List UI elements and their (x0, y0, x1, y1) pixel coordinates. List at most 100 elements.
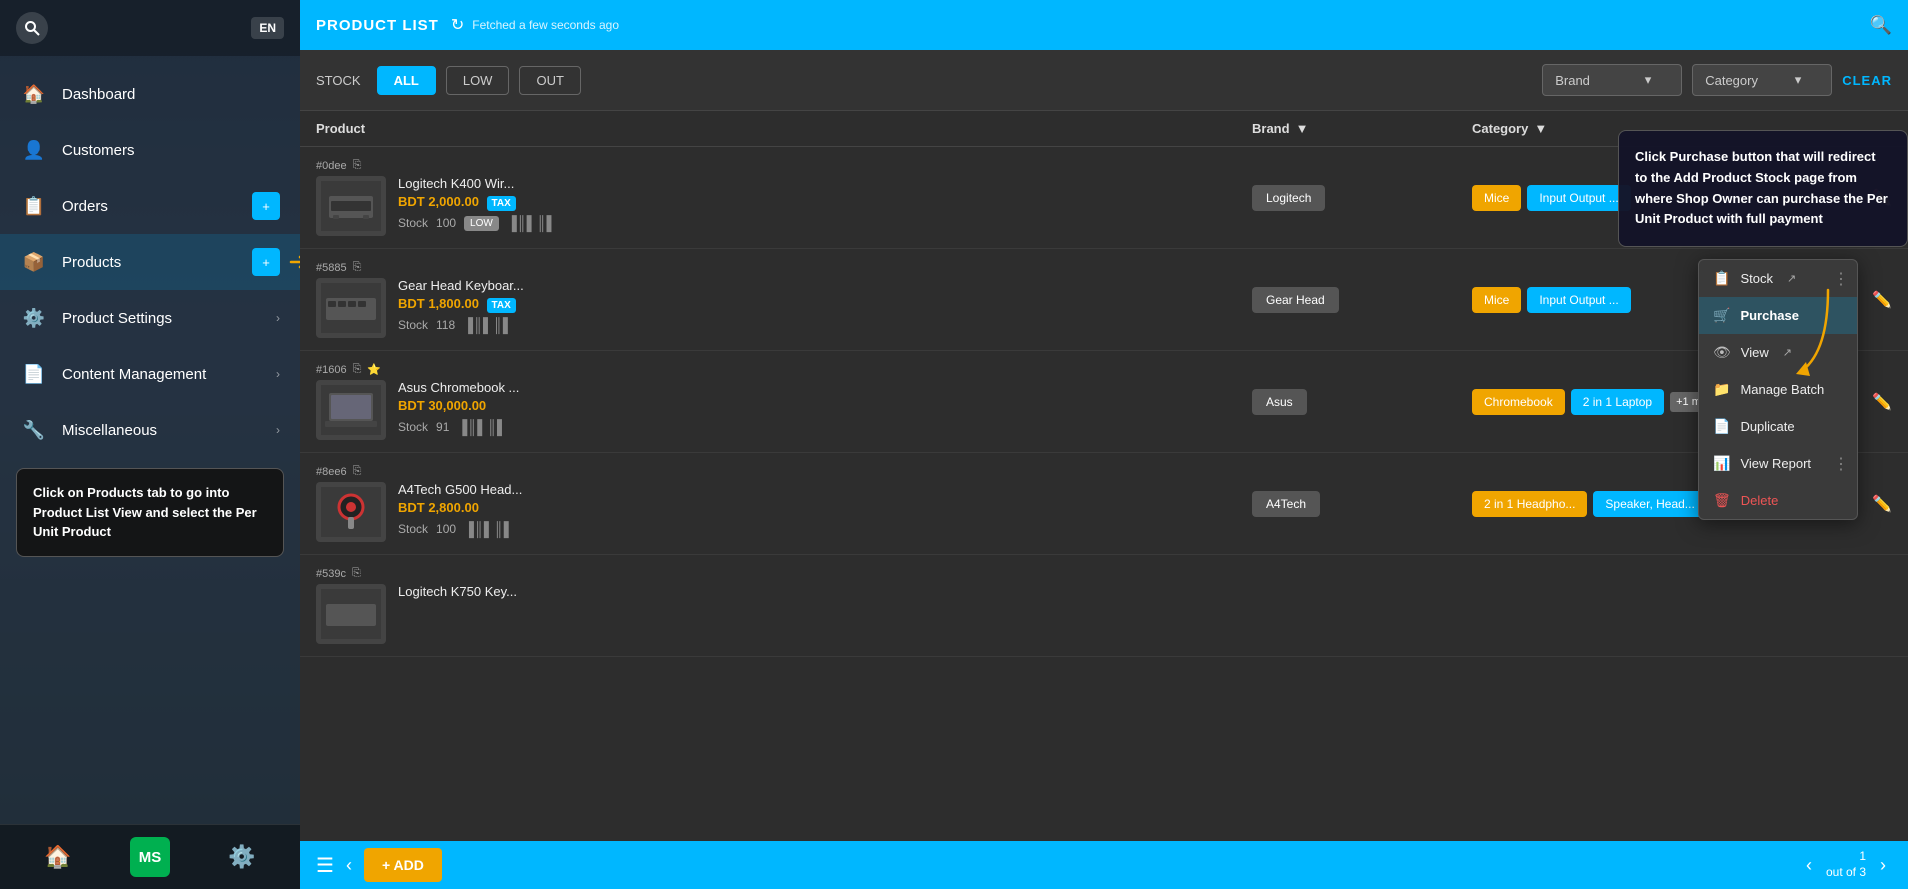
bottom-home-icon[interactable]: 🏠 (38, 837, 78, 877)
context-menu-stock[interactable]: 📋 Stock ↗ ⋮ (1699, 260, 1857, 297)
product-id: #539c ⎘ (316, 567, 1252, 580)
next-page-btn[interactable]: › (1874, 855, 1892, 876)
customers-icon: 👤 (20, 136, 48, 164)
sidebar-search-icon[interactable] (16, 12, 48, 44)
stock-filter-all[interactable]: ALL (377, 66, 436, 95)
back-icon[interactable]: ‹ (346, 855, 352, 876)
sidebar-item-orders[interactable]: 📋 Orders + (0, 178, 300, 234)
category-tag: Mice (1472, 287, 1521, 313)
product-thumbnail (316, 380, 386, 440)
context-menu-view[interactable]: 👁 View ↗ (1699, 334, 1857, 371)
filterbar: STOCK ALL ALL LOW OUT Brand ▾ Category ▾… (300, 50, 1908, 111)
barcode-icon: ▐║▌║▌ (507, 215, 557, 231)
category-label: Category (1705, 73, 1758, 88)
category-tag: Chromebook (1472, 389, 1565, 415)
copy-icon[interactable]: ⎘ (353, 261, 362, 274)
copy-icon[interactable]: ⎘ (353, 363, 362, 376)
view-icon: 👁 (1713, 344, 1731, 361)
stock-filter-out[interactable]: OUT (519, 66, 580, 95)
product-price: BDT 30,000.00 (398, 398, 519, 413)
context-menu-duplicate[interactable]: 📄 Duplicate (1699, 408, 1857, 445)
product-id: #5885 ⎘ (316, 261, 1252, 274)
brand-filter-icon: ▼ (1296, 121, 1309, 136)
orders-add-btn[interactable]: + (252, 192, 280, 220)
page-info: 1 out of 3 (1826, 849, 1866, 880)
product-name: Logitech K400 Wir... (398, 176, 556, 191)
refresh-icon[interactable]: ↻ (451, 15, 464, 35)
product-thumbnail (316, 584, 386, 644)
external-link-icon: ↗ (1787, 272, 1796, 285)
sidebar-item-dashboard[interactable]: 🏠 Dashboard (0, 66, 300, 122)
prev-page-btn[interactable]: ‹ (1800, 855, 1818, 876)
sidebar-item-miscellaneous[interactable]: 🔧 Miscellaneous › (0, 402, 300, 458)
brand-tag: Gear Head (1252, 287, 1339, 313)
stock-label-row: Stock (398, 318, 428, 332)
barcode-icon: ▐║▌║▌ (457, 419, 507, 435)
topbar-search-icon[interactable]: 🔍 (1870, 15, 1892, 36)
chevron-right-icon: › (276, 311, 280, 325)
brand-dropdown[interactable]: Brand ▾ (1542, 64, 1682, 96)
context-menu-purchase[interactable]: 🛒 Purchase (1699, 297, 1857, 334)
header-product: Product (316, 121, 1252, 136)
category-tag: Input Output ... (1527, 287, 1630, 313)
delete-icon: 🗑 (1713, 492, 1731, 509)
brand-tag: Logitech (1252, 185, 1325, 211)
context-more-icon: ⋮ (1833, 454, 1849, 474)
products-add-btn[interactable]: + (252, 248, 280, 276)
stock-label: STOCK (316, 73, 361, 88)
copy-icon[interactable]: ⎘ (353, 159, 362, 172)
context-purchase-label: Purchase (1740, 308, 1799, 323)
callout-text: Click Purchase button that will redirect… (1635, 149, 1888, 226)
lang-badge[interactable]: EN (251, 17, 284, 39)
tax-badge: TAX (487, 298, 516, 313)
copy-icon[interactable]: ⎘ (352, 567, 361, 580)
stock-label-row: Stock (398, 216, 428, 230)
bottom-settings-icon[interactable]: ⚙️ (222, 837, 262, 877)
product-name: Logitech K750 Key... (398, 584, 517, 599)
bottom-ms-icon[interactable]: MS (130, 837, 170, 877)
stock-filter-low[interactable]: LOW (446, 66, 510, 95)
category-dropdown[interactable]: Category ▾ (1692, 64, 1832, 96)
table-row: #539c ⎘ Logitech K750 Key... (300, 555, 1908, 657)
context-menu-delete[interactable]: 🗑 Delete (1699, 482, 1857, 519)
topbar: PRODUCT LIST ↻ Fetched a few seconds ago… (300, 0, 1908, 50)
sidebar-item-customers[interactable]: 👤 Customers (0, 122, 300, 178)
brand-chevron-icon: ▾ (1645, 72, 1652, 88)
topbar-title: PRODUCT LIST (316, 17, 439, 34)
sidebar-item-products[interactable]: 📦 Products + (0, 234, 300, 290)
main-content: PRODUCT LIST ↻ Fetched a few seconds ago… (300, 0, 1908, 889)
header-brand: Brand ▼ (1252, 121, 1472, 136)
product-settings-icon: ⚙️ (20, 304, 48, 332)
edit-icon[interactable]: ✏️ (1872, 290, 1892, 310)
sidebar-bottom: 🏠 MS ⚙️ (0, 824, 300, 889)
product-name: A4Tech G500 Head... (398, 482, 522, 497)
misc-icon: 🔧 (20, 416, 48, 444)
table-row: #1606 ⎘ ⭐ Asus Chromebook ... BDT 30,000… (300, 351, 1908, 453)
context-menu-manage-batch[interactable]: 📁 Manage Batch (1699, 371, 1857, 408)
pagination: ‹ 1 out of 3 › (1800, 849, 1892, 880)
sidebar-item-label: Product Settings (62, 310, 276, 327)
page-total: out of 3 (1826, 865, 1866, 879)
edit-icon[interactable]: ✏️ (1872, 494, 1892, 514)
topbar-fetched: Fetched a few seconds ago (472, 18, 1869, 32)
category-tag: 2 in 1 Headpho... (1472, 491, 1587, 517)
sidebar-item-product-settings[interactable]: ⚙️ Product Settings › (0, 290, 300, 346)
sidebar-item-content-management[interactable]: 📄 Content Management › (0, 346, 300, 402)
add-btn[interactable]: + ADD (364, 848, 442, 882)
page-current: 1 (1859, 849, 1866, 863)
clear-btn[interactable]: CLEAR (1842, 73, 1892, 88)
edit-icon[interactable]: ✏️ (1872, 392, 1892, 412)
orders-icon: 📋 (20, 192, 48, 220)
hamburger-icon[interactable]: ☰ (316, 853, 334, 878)
brand-label: Brand (1555, 73, 1590, 88)
sidebar-item-label: Orders (62, 198, 244, 215)
chevron-right-icon: › (276, 367, 280, 381)
table-row: #8ee6 ⎘ A4Tech G500 Head... BDT 2,800.00… (300, 453, 1908, 555)
stock-label-row: Stock (398, 420, 428, 434)
copy-icon[interactable]: ⎘ (353, 465, 362, 478)
category-tag: Speaker, Head... (1593, 491, 1706, 517)
context-menu-view-report[interactable]: 📊 View Report ⋮ (1699, 445, 1857, 482)
sidebar-item-label: Miscellaneous (62, 422, 276, 439)
context-duplicate-label: Duplicate (1740, 419, 1794, 434)
tooltip-text: Click on Products tab to go into Product… (33, 485, 257, 539)
